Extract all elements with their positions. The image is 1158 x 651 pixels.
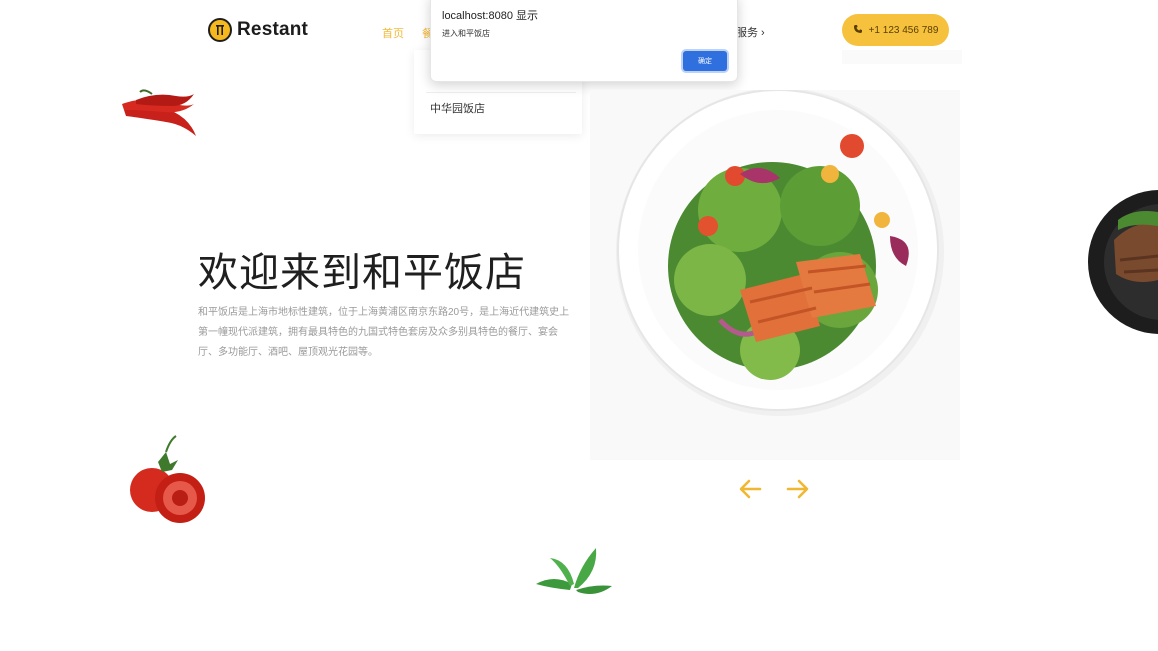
hero-description: 和平饭店是上海市地标性建筑，位于上海黄浦区南京东路20号，是上海近代建筑史上第一… xyxy=(198,307,570,358)
carousel-prev-button[interactable] xyxy=(736,474,766,504)
dialog-message: 进入和平饭店 xyxy=(442,29,490,38)
steak-plate-image xyxy=(1088,190,1158,334)
nav-services[interactable]: 服务 › xyxy=(736,24,765,40)
arrow-left-icon xyxy=(739,479,762,499)
nav-home[interactable]: 首页 xyxy=(382,25,404,41)
phone-button[interactable]: +1 123 456 789 xyxy=(842,14,949,46)
logo-icon xyxy=(208,18,232,42)
phone-icon xyxy=(853,24,863,37)
tomato-image xyxy=(130,435,205,523)
salmon-salad-image xyxy=(616,90,944,416)
brand-name: Restant xyxy=(237,19,309,40)
arrow-right-icon xyxy=(786,479,809,499)
dialog-ok-button[interactable]: 确定 xyxy=(683,51,727,71)
dropdown-divider xyxy=(426,92,576,93)
phone-shadow xyxy=(842,50,962,64)
mint-leaf-image xyxy=(536,548,612,594)
brand-logo[interactable]: Restant xyxy=(208,18,308,42)
dialog-title: localhost:8080 显示 xyxy=(442,10,538,22)
phone-number: +1 123 456 789 xyxy=(868,24,939,36)
hero-title: 欢迎来到和平饭店 xyxy=(198,250,526,296)
dropdown-item-zhonghuayuan[interactable]: 中华园饭店 xyxy=(430,100,485,116)
carousel-next-button[interactable] xyxy=(782,474,812,504)
chili-pepper-image xyxy=(122,89,196,136)
